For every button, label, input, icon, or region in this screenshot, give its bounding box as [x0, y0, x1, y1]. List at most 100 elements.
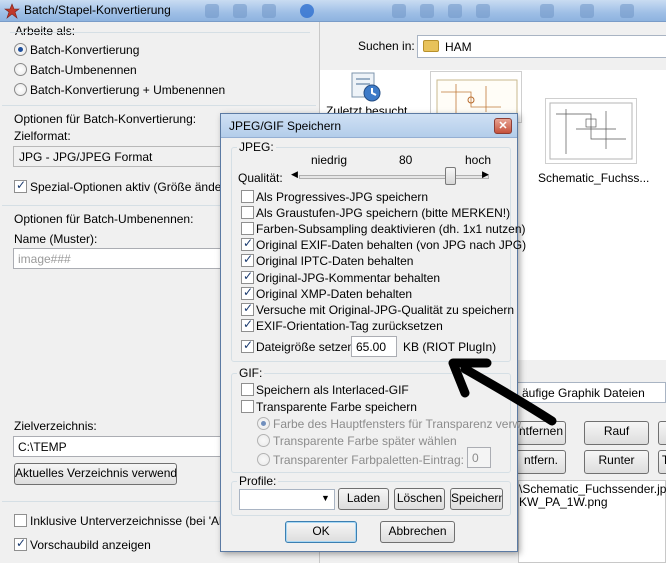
disable-subsampling-checkbox[interactable]: [241, 222, 254, 235]
special-options-checkbox[interactable]: [14, 178, 27, 193]
toolbar-glyph-icon: [392, 4, 406, 18]
cancel-button[interactable]: Abbrechen: [380, 521, 455, 543]
jpeg-gif-save-dialog: JPEG/GIF Speichern ✕ JPEG: niedrig 80 ho…: [220, 113, 526, 552]
mode-batch-convert-label: Batch-Konvertierung: [30, 43, 140, 57]
close-icon[interactable]: ✕: [494, 118, 512, 134]
target-dir-input[interactable]: C:\TEMP: [13, 436, 223, 457]
folder-name: HAM: [445, 40, 472, 54]
window-title: Batch/Stapel-Konvertierung: [24, 3, 171, 17]
transparent-color-label: Transparente Farbe speichern: [256, 400, 417, 414]
up-button[interactable]: Rauf: [584, 421, 649, 445]
quality-label: Qualität:: [238, 171, 283, 185]
annotation-arrow-icon: [448, 358, 557, 426]
reset-orientation-label: EXIF-Orientation-Tag zurücksetzen: [256, 319, 443, 333]
transparency-palette-label: Transparenter Farbpaletten-Eintrag:: [273, 453, 464, 467]
file-thumbnail-2[interactable]: [545, 98, 637, 164]
file-list[interactable]: \Schematic_Fuchssender.jpg KW_PA_1W.png: [518, 480, 666, 563]
toolbar-glyph-icon: [476, 4, 490, 18]
keep-xmp-checkbox[interactable]: [241, 285, 254, 300]
transparent-color-checkbox[interactable]: [241, 400, 254, 413]
keep-iptc-label: Original IPTC-Daten behalten: [256, 254, 414, 268]
jpeg-group-label: JPEG:: [237, 140, 276, 154]
grayscale-jpg-label: Als Graustufen-JPG speichern (bitte MERK…: [256, 206, 511, 220]
save-profile-button[interactable]: Speichern: [450, 488, 503, 510]
filesize-input[interactable]: 65.00: [351, 336, 397, 357]
search-in-label: Suchen in:: [358, 39, 415, 53]
interlaced-gif-checkbox[interactable]: [241, 383, 254, 396]
keep-comment-label: Original-JPG-Kommentar behalten: [256, 271, 441, 285]
show-preview-checkbox[interactable]: [14, 536, 27, 551]
t-button[interactable]: T: [658, 450, 666, 474]
use-current-dir-button[interactable]: Aktuelles Verzeichnis verwenden: [14, 463, 177, 485]
work-as-label: Arbeite als:: [15, 24, 76, 38]
divider: [10, 32, 310, 33]
palette-entry-input[interactable]: 0: [467, 447, 491, 468]
toolbar-glyph-icon: [540, 4, 554, 18]
transparency-palette-radio[interactable]: [257, 453, 270, 466]
recent-places-icon[interactable]: [346, 71, 382, 103]
keep-exif-checkbox[interactable]: [241, 236, 254, 251]
ok-button[interactable]: OK: [285, 521, 357, 543]
quality-slider-thumb[interactable]: [445, 167, 456, 185]
target-format-select[interactable]: JPG - JPG/JPEG Format: [13, 146, 223, 167]
progressive-jpg-label: Als Progressives-JPG speichern: [256, 190, 429, 204]
profile-group-label: Profile:: [237, 474, 279, 488]
load-profile-button[interactable]: Laden: [338, 488, 389, 510]
filesize-unit-label: KB (RIOT PlugIn): [403, 340, 497, 354]
transparency-later-label: Transparente Farbe später wählen: [273, 434, 457, 448]
search-in-select[interactable]: HAM: [417, 35, 666, 58]
keep-comment-checkbox[interactable]: [241, 269, 254, 284]
thumbnail-caption: Schematic_Fuchss...: [538, 171, 650, 185]
disable-subsampling-label: Farben-Subsampling deaktivieren (dh. 1x1…: [256, 222, 526, 236]
gif-group-label: GIF:: [237, 366, 265, 380]
folder-icon: [423, 40, 439, 52]
list-item[interactable]: KW_PA_1W.png: [519, 495, 608, 509]
remove-selected-button[interactable]: ntfern.: [516, 450, 566, 474]
quality-high-label: hoch: [465, 153, 492, 167]
divider: [2, 105, 316, 106]
toolbar-glyph-icon: [262, 4, 276, 18]
mode-batch-rename-radio[interactable]: [14, 63, 27, 76]
mode-batch-convert-radio[interactable]: [14, 43, 27, 56]
transparency-later-radio[interactable]: [257, 434, 270, 447]
special-options-label: Spezial-Optionen aktiv (Größe ändern etc…: [30, 180, 220, 194]
toolbar-glyph-icon: [300, 4, 314, 18]
reset-orientation-checkbox[interactable]: [241, 317, 254, 332]
app-icon: [4, 3, 20, 19]
keep-quality-checkbox[interactable]: [241, 301, 254, 316]
slider-left-arrow-icon[interactable]: ◀: [291, 169, 298, 180]
toolbar-glyph-icon: [233, 4, 247, 18]
progressive-jpg-checkbox[interactable]: [241, 190, 254, 203]
window-titlebar: Batch/Stapel-Konvertierung: [0, 0, 666, 22]
list-item[interactable]: \Schematic_Fuchssender.jpg: [519, 482, 666, 496]
name-pattern-label: Name (Muster):: [14, 232, 98, 246]
keep-xmp-label: Original XMP-Daten behalten: [256, 287, 413, 301]
slider-right-arrow-icon[interactable]: ▶: [482, 169, 489, 180]
toolbar-glyph-icon: [448, 4, 462, 18]
name-pattern-input[interactable]: image###: [13, 248, 223, 269]
dialog-titlebar: JPEG/GIF Speichern ✕: [221, 114, 517, 138]
quality-slider-track[interactable]: [299, 175, 489, 179]
quality-low-label: niedrig: [311, 153, 348, 167]
toolbar-glyph-icon: [580, 4, 594, 18]
transparency-main-window-radio[interactable]: [257, 417, 270, 430]
extra-button[interactable]: [658, 421, 666, 445]
target-dir-label: Zielverzeichnis:: [14, 419, 97, 433]
file-browser-toolbar: Suchen in: HAM: [320, 22, 666, 70]
down-button[interactable]: Runter: [584, 450, 649, 474]
show-preview-label: Vorschaubild anzeigen: [30, 538, 151, 552]
chevron-down-icon[interactable]: ▼: [321, 493, 330, 503]
schematic-thumb-icon: [549, 102, 633, 160]
dialog-title: JPEG/GIF Speichern: [229, 119, 342, 133]
include-subdirs-checkbox[interactable]: [14, 514, 27, 527]
grayscale-jpg-checkbox[interactable]: [241, 206, 254, 219]
delete-profile-button[interactable]: Löschen: [394, 488, 445, 510]
toolbar-glyph-icon: [205, 4, 219, 18]
set-filesize-checkbox[interactable]: [241, 338, 254, 353]
include-subdirs-label: Inklusive Unterverzeichnisse (bei 'Alle …: [30, 514, 220, 528]
keep-exif-label: Original EXIF-Daten behalten (von JPG na…: [256, 238, 527, 252]
keep-iptc-checkbox[interactable]: [241, 252, 254, 267]
mode-convert-rename-radio[interactable]: [14, 83, 27, 96]
target-format-label: Zielformat:: [14, 129, 71, 143]
keep-quality-label: Versuche mit Original-JPG-Qualität zu sp…: [256, 303, 515, 317]
